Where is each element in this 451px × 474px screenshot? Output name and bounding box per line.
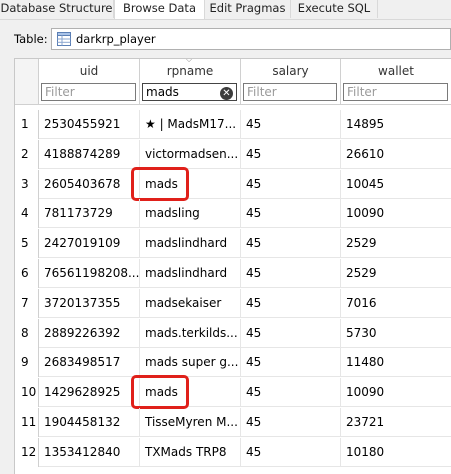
cell-salary[interactable]: 45	[241, 438, 341, 467]
cell-rpname[interactable]: mads super g...	[140, 348, 241, 377]
highlight-box	[131, 375, 189, 409]
cell-salary[interactable]: 45	[241, 199, 341, 228]
row-number[interactable]: 7	[15, 289, 39, 318]
cell-rpname[interactable]: madsekaiser	[140, 289, 241, 318]
cell-wallet[interactable]: 5730	[341, 319, 451, 348]
row-number[interactable]: 11	[15, 408, 39, 437]
tab-execute-sql[interactable]: Execute SQL	[291, 0, 378, 18]
tab-bar: Database Structure Browse Data Edit Prag…	[0, 0, 451, 20]
table-name: darkrp_player	[76, 32, 156, 46]
column-header-salary[interactable]: salary	[241, 59, 341, 81]
tab-database-structure[interactable]: Database Structure	[0, 0, 114, 18]
cell-salary[interactable]: 45	[241, 319, 341, 348]
filter-cell-uid	[39, 81, 140, 105]
cell-rpname[interactable]: madsling	[140, 199, 241, 228]
cell-wallet[interactable]: 26610	[341, 140, 451, 169]
filter-input-uid[interactable]	[41, 83, 136, 101]
table-label: Table:	[14, 32, 48, 46]
cell-salary[interactable]: 45	[241, 229, 341, 258]
cell-uid[interactable]: 1429628925	[39, 378, 140, 407]
cell-rpname[interactable]: TXMads TRP8	[140, 438, 241, 467]
cell-salary[interactable]: 45	[241, 378, 341, 407]
table-select[interactable]: darkrp_player	[51, 28, 451, 50]
cell-wallet[interactable]: 14895	[341, 110, 451, 139]
highlight-box	[131, 167, 189, 201]
row-number[interactable]: 4	[15, 199, 39, 228]
row-number[interactable]: 10	[15, 378, 39, 407]
row-number[interactable]: 9	[15, 348, 39, 377]
clear-filter-icon[interactable]: ✕	[220, 87, 233, 100]
row-number[interactable]: 12	[15, 438, 39, 467]
cell-rpname[interactable]: madslindhard	[140, 229, 241, 258]
row-number[interactable]: 5	[15, 229, 39, 258]
cell-wallet[interactable]: 10090	[341, 378, 451, 407]
cell-rpname[interactable]: madslindhard	[140, 259, 241, 288]
filter-input-wallet[interactable]	[343, 83, 448, 101]
cell-wallet[interactable]: 10090	[341, 199, 451, 228]
grid-corner[interactable]	[15, 59, 39, 105]
filter-cell-rpname: ✕	[140, 81, 241, 105]
cell-uid[interactable]: 4188874289	[39, 140, 140, 169]
cell-wallet[interactable]: 7016	[341, 289, 451, 318]
cell-wallet[interactable]: 2529	[341, 259, 451, 288]
filter-cell-wallet	[341, 81, 451, 105]
cell-rpname[interactable]: ★ | MadsM17...	[140, 110, 241, 139]
column-header-uid[interactable]: uid	[39, 59, 140, 81]
cell-rpname[interactable]: TisseMyren M...	[140, 408, 241, 437]
tab-edit-pragmas[interactable]: Edit Pragmas	[205, 0, 291, 18]
cell-uid[interactable]: 2530455921	[39, 110, 140, 139]
filter-cell-salary	[241, 81, 341, 105]
cell-uid[interactable]: 2889226392	[39, 319, 140, 348]
cell-rpname[interactable]: mads.terkilds...	[140, 319, 241, 348]
cell-uid[interactable]: 2605403678	[39, 170, 140, 199]
cell-salary[interactable]: 45	[241, 408, 341, 437]
cell-uid[interactable]: 2683498517	[39, 348, 140, 377]
cell-salary[interactable]: 45	[241, 348, 341, 377]
cell-uid[interactable]: 76561198208...	[39, 259, 140, 288]
column-header-rpname[interactable]: ⌵ rpname	[140, 59, 241, 81]
cell-salary[interactable]: 45	[241, 259, 341, 288]
cell-uid[interactable]: 1904458132	[39, 408, 140, 437]
table-icon	[57, 32, 71, 46]
row-number[interactable]: 8	[15, 319, 39, 348]
cell-wallet[interactable]: 10045	[341, 170, 451, 199]
sort-indicator-icon: ⌵	[186, 58, 193, 64]
cell-salary[interactable]: 45	[241, 140, 341, 169]
row-number[interactable]: 1	[15, 110, 39, 139]
cell-rpname[interactable]: victormadsen...	[140, 140, 241, 169]
row-number[interactable]: 2	[15, 140, 39, 169]
cell-uid[interactable]: 3720137355	[39, 289, 140, 318]
cell-salary[interactable]: 45	[241, 110, 341, 139]
cell-salary[interactable]: 45	[241, 289, 341, 318]
cell-uid[interactable]: 1353412840	[39, 438, 140, 467]
column-header-wallet[interactable]: wallet	[341, 59, 451, 81]
tab-browse-data[interactable]: Browse Data	[114, 0, 205, 19]
row-number[interactable]: 3	[15, 170, 39, 199]
cell-salary[interactable]: 45	[241, 170, 341, 199]
filter-input-salary[interactable]	[243, 83, 337, 101]
cell-wallet[interactable]: 10180	[341, 438, 451, 467]
cell-uid[interactable]: 781173729	[39, 199, 140, 228]
cell-wallet[interactable]: 11480	[341, 348, 451, 377]
cell-wallet[interactable]: 2529	[341, 229, 451, 258]
data-grid: uid ⌵ rpname salary wallet ✕ 12530455921…	[14, 58, 451, 474]
cell-uid[interactable]: 2427019109	[39, 229, 140, 258]
row-number[interactable]: 6	[15, 259, 39, 288]
table-selector-bar: Table: darkrp_player	[0, 20, 451, 58]
cell-wallet[interactable]: 23721	[341, 408, 451, 437]
